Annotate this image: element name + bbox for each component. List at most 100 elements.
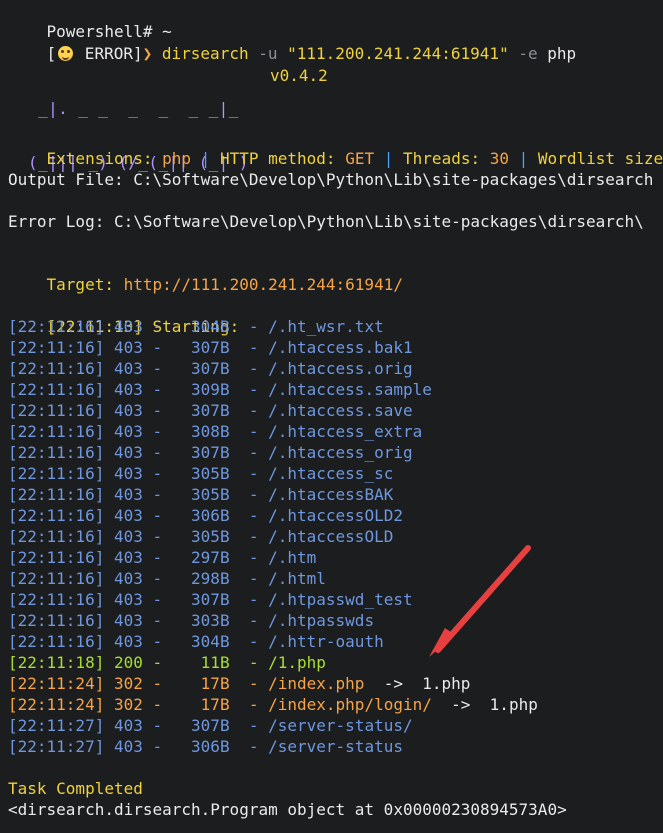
result-path: /server-status/ — [268, 716, 413, 735]
result-path: /.ht_wsr.txt — [268, 317, 384, 336]
response-size: 307B — [181, 338, 230, 357]
result-time: [22:11:24] — [8, 695, 105, 714]
response-size: 305B — [181, 527, 230, 546]
result-time: [22:11:24] — [8, 674, 105, 693]
status-code: 403 — [113, 611, 143, 630]
command-name: dirsearch — [161, 44, 249, 63]
result-time: [22:11:16] — [8, 485, 105, 504]
prompt-status: ERROR — [75, 44, 133, 63]
response-size: 304B — [181, 632, 230, 651]
status-code: 403 — [113, 443, 143, 462]
result-row: [22:11:27] 403 - 307B - /server-status/ — [8, 716, 413, 735]
result-path: /.htaccess.sample — [268, 380, 432, 399]
result-time: [22:11:16] — [8, 317, 105, 336]
result-path: /index.php/login/ — [268, 695, 432, 714]
result-path: /.htpasswd_test — [268, 590, 413, 609]
result-row: [22:11:27] 403 - 306B - /server-status — [8, 737, 403, 756]
status-code: 403 — [113, 590, 143, 609]
prompt-chevron: ❯ — [142, 44, 153, 63]
response-size: 309B — [181, 380, 230, 399]
result-path: /.htaccess.bak1 — [268, 338, 413, 357]
status-code: 403 — [113, 737, 143, 756]
response-size: 305B — [181, 485, 230, 504]
starting-line: [22:11:13] Starting: — [8, 295, 240, 336]
response-size: 308B — [181, 422, 230, 441]
status-code: 403 — [113, 716, 143, 735]
terminal-window[interactable]: Powershell# ~ [ ERROR]❯ dirsearch -u "11… — [0, 0, 663, 833]
response-size: 306B — [181, 737, 230, 756]
method-value: GET — [345, 149, 375, 168]
response-size: 306B — [181, 506, 230, 525]
result-path: /index.php — [268, 674, 365, 693]
result-time: [22:11:16] — [8, 338, 105, 357]
result-time: [22:11:16] — [8, 401, 105, 420]
version-label: v0.4.2 — [270, 66, 328, 85]
response-size: 307B — [181, 443, 230, 462]
result-path: /.httr-oauth — [268, 632, 384, 651]
result-time: [22:11:16] — [8, 569, 105, 588]
result-time: [22:11:16] — [8, 443, 105, 462]
result-row: [22:11:16] 403 - 297B - /.htm — [8, 548, 317, 567]
response-size: 307B — [181, 401, 230, 420]
result-time: [22:11:16] — [8, 548, 105, 567]
command-flag-e: -e — [518, 44, 538, 63]
logo-line-1: _|. _ _ _ _ _ _|_ — [18, 99, 239, 118]
result-row: [22:11:16] 403 - 305B - /.htaccessOLD — [8, 527, 394, 546]
object-repr-line: <dirsearch.dirsearch.Program object at 0… — [8, 800, 567, 819]
result-path: /.htaccess_extra — [268, 422, 423, 441]
response-size: 307B — [181, 590, 230, 609]
result-path: /.htpasswds — [268, 611, 375, 630]
response-size: 11B — [181, 653, 230, 672]
command-target-arg: "111.200.241.244:61941" — [287, 44, 509, 63]
response-size: 304B — [181, 317, 230, 336]
target-line: Target: http://111.200.241.244:61941/ — [8, 253, 403, 294]
response-size: 307B — [181, 359, 230, 378]
response-size: 297B — [181, 548, 230, 567]
result-time: [22:11:16] — [8, 464, 105, 483]
status-code: 403 — [113, 485, 143, 504]
target-url: http://111.200.241.244:61941/ — [123, 275, 403, 294]
result-row: [22:11:16] 403 - 305B - /.htaccessBAK — [8, 485, 394, 504]
summary-separator: | — [518, 149, 529, 168]
redirect-arrow-icon: -> — [431, 695, 490, 714]
result-row: [22:11:16] 403 - 307B - /.htaccess.orig — [8, 359, 413, 378]
redirect-target: 1.php — [422, 674, 471, 693]
result-row: [22:11:16] 403 - 307B - /.htaccess_orig — [8, 443, 413, 462]
response-size: 303B — [181, 611, 230, 630]
status-code: 403 — [113, 317, 143, 336]
result-time: [22:11:16] — [8, 632, 105, 651]
result-row: [22:11:16] 403 - 304B - /.ht_wsr.txt — [8, 317, 384, 336]
result-path: /.htaccess.orig — [268, 359, 413, 378]
prompt-open-bracket: [ — [46, 44, 57, 63]
response-size: 298B — [181, 569, 230, 588]
status-code: 403 — [113, 527, 143, 546]
status-code: 403 — [113, 548, 143, 567]
result-time: [22:11:16] — [8, 506, 105, 525]
result-row: [22:11:16] 403 - 307B - /.htaccess.save — [8, 401, 413, 420]
summary-separator: | — [200, 149, 211, 168]
wordlist-label: Wordlist size: — [537, 149, 663, 168]
result-path: /.htaccess_orig — [268, 443, 413, 462]
status-code: 403 — [113, 632, 143, 651]
prompt-close-bracket: ] — [132, 44, 143, 63]
result-path: /.htaccess_sc — [268, 464, 394, 483]
threads-label: Threads: — [403, 149, 481, 168]
result-path: /.htaccessOLD — [268, 527, 394, 546]
command-ext-arg: php — [547, 44, 577, 63]
result-time: [22:11:16] — [8, 590, 105, 609]
terminal-title-line: Powershell# ~ — [8, 0, 172, 41]
task-completed-line: Task Completed — [8, 779, 143, 798]
result-path: /.htaccess.save — [268, 401, 413, 420]
result-row: [22:11:16] 403 - 298B - /.html — [8, 569, 326, 588]
summary-line: Extensions: php | HTTP method: GET | Thr… — [8, 127, 663, 168]
result-row: [22:11:16] 403 - 304B - /.httr-oauth — [8, 632, 384, 651]
status-code: 403 — [113, 401, 143, 420]
target-label: Target: — [46, 275, 114, 294]
result-row: [22:11:16] 403 - 307B - /.htpasswd_test — [8, 590, 413, 609]
result-time: [22:11:16] — [8, 527, 105, 546]
result-path: /1.php — [268, 653, 326, 672]
response-size: 17B — [181, 695, 230, 714]
result-path: /.htaccessOLD2 — [268, 506, 403, 525]
response-size: 17B — [181, 674, 230, 693]
output-file-line: Output File: C:\Software\Develop\Python\… — [8, 170, 654, 189]
